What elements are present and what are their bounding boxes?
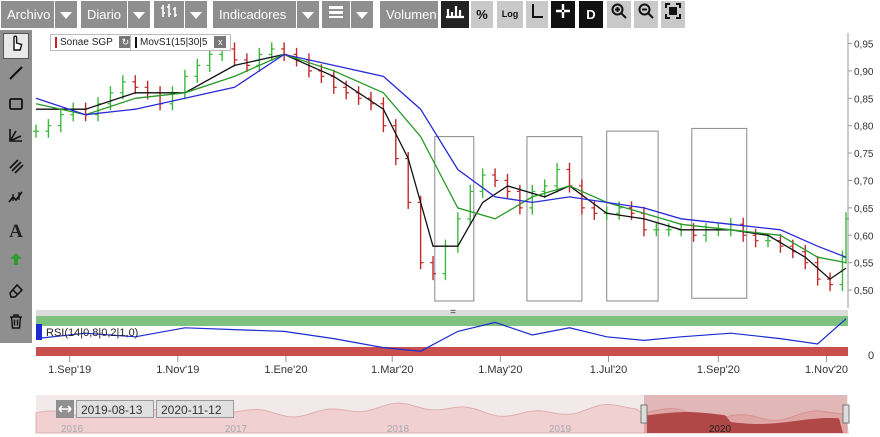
rsi-neutral-band [36, 326, 848, 347]
range-rectangle [526, 136, 583, 302]
y-tick-label: 0,60 [854, 231, 874, 242]
zoom-in-icon[interactable] [607, 1, 631, 28]
range-from-field[interactable]: 2019-08-13 [76, 400, 154, 418]
navigator-years: 2016 2017 2018 2019 2020 [61, 424, 732, 435]
navigator-year-label: 2019 [549, 424, 572, 435]
period-dropdown-icon[interactable] [128, 1, 150, 28]
y-tick-label: 0,55 [854, 259, 874, 270]
range-arrows-icon[interactable] [56, 400, 74, 418]
y-tick-label: 0,85 [854, 94, 874, 105]
pointer-hand-icon[interactable] [3, 33, 29, 59]
ma-line [35, 53, 847, 258]
period-menu[interactable]: Diario [81, 1, 127, 28]
x-tick-label: 1.Mar'20 [371, 364, 413, 376]
navigator-selection [644, 395, 847, 433]
range-rectangles [434, 127, 748, 302]
volumen-button[interactable]: Volumen [380, 1, 438, 28]
range-rectangle [691, 127, 748, 299]
fan-lines-icon[interactable] [3, 126, 29, 152]
indicator-legend-chip[interactable]: MovS1(15|30|5 x [130, 34, 232, 51]
y-tick-label: 0,95 [854, 39, 874, 50]
text-tool-icon[interactable]: A [3, 219, 29, 245]
rsi-line [35, 318, 847, 352]
x-tick-label: 1.Sep'19 [48, 364, 91, 376]
range-rectangle [606, 130, 659, 302]
x-tick-label: 1.May'20 [478, 364, 522, 376]
toolbar: Archivo Diario Indicadores Volumen % Log… [0, 0, 880, 30]
navigator-selection-area [647, 412, 843, 433]
x-tick-label: 1.Sep'20 [697, 364, 740, 376]
navigator-left-handle [640, 404, 648, 424]
archivo-dropdown-icon[interactable] [55, 1, 77, 28]
indicadores-dropdown-icon[interactable] [297, 1, 319, 28]
eraser-icon[interactable] [3, 281, 29, 307]
price-axis: 0,95 0,90 0,85 0,80 0,75 0,70 0,65 0,60 0,55 0,50 [847, 33, 874, 308]
range-rectangle [434, 136, 475, 302]
chart-type-dropdown-icon[interactable] [185, 1, 207, 28]
zoom-out-icon[interactable] [634, 1, 658, 28]
trend-line-icon[interactable] [3, 64, 29, 90]
trash-icon[interactable] [3, 312, 29, 338]
rectangle-icon[interactable] [3, 95, 29, 121]
rsi-marker [36, 324, 42, 340]
y-tick-label: 0,75 [854, 149, 874, 160]
navigator-year-label: 2020 [709, 424, 732, 435]
time-axis: 1.Sep'19 1.Nov'19 1.Ene'20 1.Mar'20 1.May'20… [48, 356, 848, 376]
x-tick-label: 1.Nov'20 [805, 364, 848, 376]
layout-icon[interactable] [322, 1, 350, 28]
chart-type-icon[interactable] [154, 1, 184, 28]
rsi-axis-zero: 0 [868, 350, 874, 362]
arrow-up-icon[interactable] [3, 250, 29, 276]
series-legend-chip[interactable]: Sonae SGP ↻ [50, 34, 137, 51]
series-name: Sonae SGP [60, 37, 113, 48]
parallel-channel-icon[interactable] [3, 157, 29, 183]
plot-area [36, 33, 848, 308]
navigator-right-handle [842, 404, 850, 424]
indicadores-menu[interactable]: Indicadores [213, 1, 296, 28]
range-to-field[interactable]: 2020-11-12 [156, 400, 234, 418]
percent-button[interactable]: % [471, 1, 493, 28]
indicator-name: MovS1(15|30|5 [140, 37, 208, 48]
ma-line [36, 53, 847, 280]
crosshair-line-icon[interactable] [526, 1, 548, 28]
series-color-swatch [55, 36, 57, 48]
archivo-menu[interactable]: Archivo [1, 1, 54, 28]
price-chart: 0,95 0,90 0,85 0,80 0,75 0,70 0,65 0,60 0,55 0,50… [33, 33, 874, 376]
x-tick-label: 1.Ene'20 [264, 364, 307, 376]
y-tick-label: 0,70 [854, 176, 874, 187]
navigator-year-label: 2017 [225, 424, 248, 435]
moving-average-lines [35, 53, 847, 280]
y-tick-label: 0,90 [854, 67, 874, 78]
y-tick-label: 0,80 [854, 122, 874, 133]
indicator-color-swatch [135, 36, 137, 48]
x-tick-label: 1.Jul'20 [590, 364, 628, 376]
candles-pattern-icon[interactable] [3, 188, 29, 214]
rsi-oversold-band [36, 347, 848, 356]
ma-line [35, 53, 847, 264]
volume-bars-icon[interactable] [441, 1, 469, 28]
x-tick-label: 1.Nov'19 [156, 364, 199, 376]
y-tick-label: 0,65 [854, 204, 874, 215]
rsi-overbought-band [36, 316, 848, 326]
d-button[interactable]: D [579, 1, 603, 28]
drawing-tools-sidebar: A [0, 30, 32, 343]
navigator: 2016 2017 2018 2019 2020 [35, 395, 850, 435]
y-tick-label: 0,50 [854, 286, 874, 297]
fit-screen-icon[interactable] [661, 1, 685, 28]
panel-splitter [36, 310, 848, 316]
rsi-label: RSI(14|0,8|0,2|1,0) [46, 327, 138, 339]
splitter-handle: = [450, 307, 456, 318]
navigator-year-label: 2016 [61, 424, 84, 435]
close-icon[interactable]: x [214, 36, 227, 49]
candle-series [33, 42, 849, 292]
layout-dropdown-icon[interactable] [351, 1, 373, 28]
log-scale-button[interactable]: Log [497, 1, 523, 28]
crosshair-icon[interactable] [551, 1, 575, 28]
navigator-year-label: 2018 [387, 424, 410, 435]
